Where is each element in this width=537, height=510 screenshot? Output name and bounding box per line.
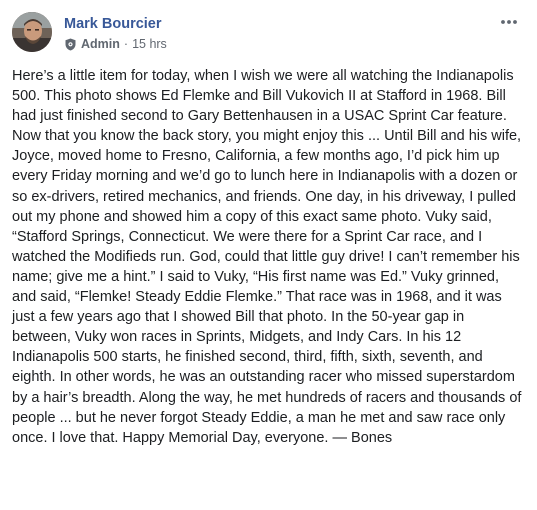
- post-header: Mark Bourcier Admin · 15 hrs: [12, 12, 525, 60]
- admin-label[interactable]: Admin: [81, 37, 120, 52]
- avatar[interactable]: [12, 12, 52, 52]
- meta-separator: ·: [123, 37, 129, 51]
- post-timestamp[interactable]: 15 hrs: [132, 37, 167, 52]
- avatar-photo-icon: [12, 12, 52, 52]
- post-body-text: Here’s a little item for today, when I w…: [12, 68, 522, 446]
- author-name[interactable]: Mark Bourcier: [64, 16, 167, 33]
- post-meta: Mark Bourcier Admin · 15 hrs: [64, 16, 167, 52]
- post-subline: Admin · 15 hrs: [64, 37, 167, 52]
- admin-badge-icon: [64, 38, 77, 51]
- more-options-button[interactable]: [497, 14, 521, 30]
- facebook-post: Mark Bourcier Admin · 15 hrs Here’s a li…: [0, 0, 537, 510]
- more-options-icon: [501, 20, 517, 24]
